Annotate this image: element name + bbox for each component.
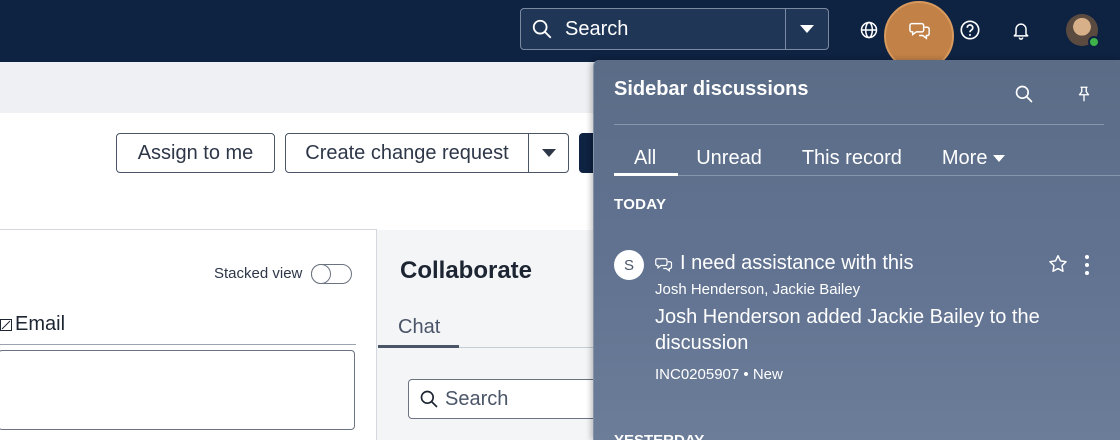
- global-search-input[interactable]: Search: [521, 9, 786, 49]
- user-avatar[interactable]: [1066, 14, 1100, 48]
- caret-down-icon: [541, 149, 556, 157]
- tab-all[interactable]: All: [614, 142, 676, 174]
- chat-icon[interactable]: [904, 14, 936, 46]
- create-change-request-dropdown[interactable]: [528, 133, 569, 173]
- email-divider: [0, 344, 356, 345]
- collaborate-search-placeholder: Search: [445, 387, 509, 410]
- toggle-knob: [311, 264, 331, 284]
- sidebar-tabs: All Unread This record More: [614, 142, 1025, 174]
- top-navigation-bar: Search: [0, 0, 1120, 71]
- caret-down-icon: [993, 154, 1006, 162]
- collaborate-search-input[interactable]: Search: [408, 379, 608, 419]
- search-icon: [532, 19, 552, 39]
- chat-icon: [655, 257, 673, 272]
- online-status-dot: [1088, 36, 1100, 48]
- email-checkbox-icon: [0, 318, 12, 331]
- section-divider: [0, 229, 376, 230]
- global-search-placeholder: Search: [565, 17, 629, 40]
- pin-icon[interactable]: [1072, 82, 1096, 106]
- discussion-item-title[interactable]: I need assistance with this: [654, 252, 913, 275]
- sidebar-title: Sidebar discussions: [614, 78, 809, 100]
- create-change-request-button[interactable]: Create change request: [285, 133, 529, 173]
- message-avatar: S: [614, 250, 644, 280]
- more-options-icon[interactable]: [1084, 255, 1090, 275]
- tab-chat-indicator: [378, 345, 459, 348]
- discussion-participants: Josh Henderson, Jackie Bailey: [655, 281, 861, 298]
- sidebar-header-divider: [614, 124, 1104, 125]
- tab-unread[interactable]: Unread: [676, 142, 782, 174]
- collaborate-title: Collaborate: [400, 257, 533, 284]
- stacked-view-label: Stacked view: [214, 265, 303, 282]
- search-scope-dropdown[interactable]: [786, 9, 828, 49]
- tab-more[interactable]: More: [922, 142, 1026, 174]
- discussion-record-reference[interactable]: INC0205907 • New: [655, 366, 783, 383]
- email-label: Email: [15, 313, 66, 335]
- email-option[interactable]: Email: [0, 313, 65, 336]
- globe-icon[interactable]: [853, 14, 885, 46]
- tab-chat[interactable]: Chat: [398, 316, 440, 339]
- help-icon[interactable]: [954, 14, 986, 46]
- global-search[interactable]: Search: [520, 8, 829, 50]
- tab-this-record[interactable]: This record: [782, 142, 922, 174]
- today-heading: TODAY: [614, 196, 667, 213]
- discussion-title-text: I need assistance with this: [680, 252, 914, 274]
- stacked-view-toggle[interactable]: [311, 264, 352, 284]
- discussion-preview: Josh Henderson added Jackie Bailey to th…: [655, 306, 1040, 354]
- tab-more-label: More: [941, 146, 988, 169]
- sidebar-tabs-divider: [614, 175, 1120, 176]
- search-icon[interactable]: [1012, 82, 1036, 106]
- tabs-divider: [459, 347, 599, 348]
- search-icon: [420, 390, 438, 408]
- assign-to-me-button[interactable]: Assign to me: [116, 133, 275, 173]
- message-textarea[interactable]: [0, 350, 355, 430]
- sidebar-discussions-panel: Sidebar discussions All Unread This reco…: [593, 60, 1120, 440]
- caret-down-icon: [800, 25, 814, 33]
- bell-icon[interactable]: [1005, 14, 1037, 46]
- tab-all-indicator: [614, 173, 678, 176]
- yesterday-heading: YESTERDAY: [614, 432, 704, 440]
- star-icon[interactable]: [1047, 253, 1069, 280]
